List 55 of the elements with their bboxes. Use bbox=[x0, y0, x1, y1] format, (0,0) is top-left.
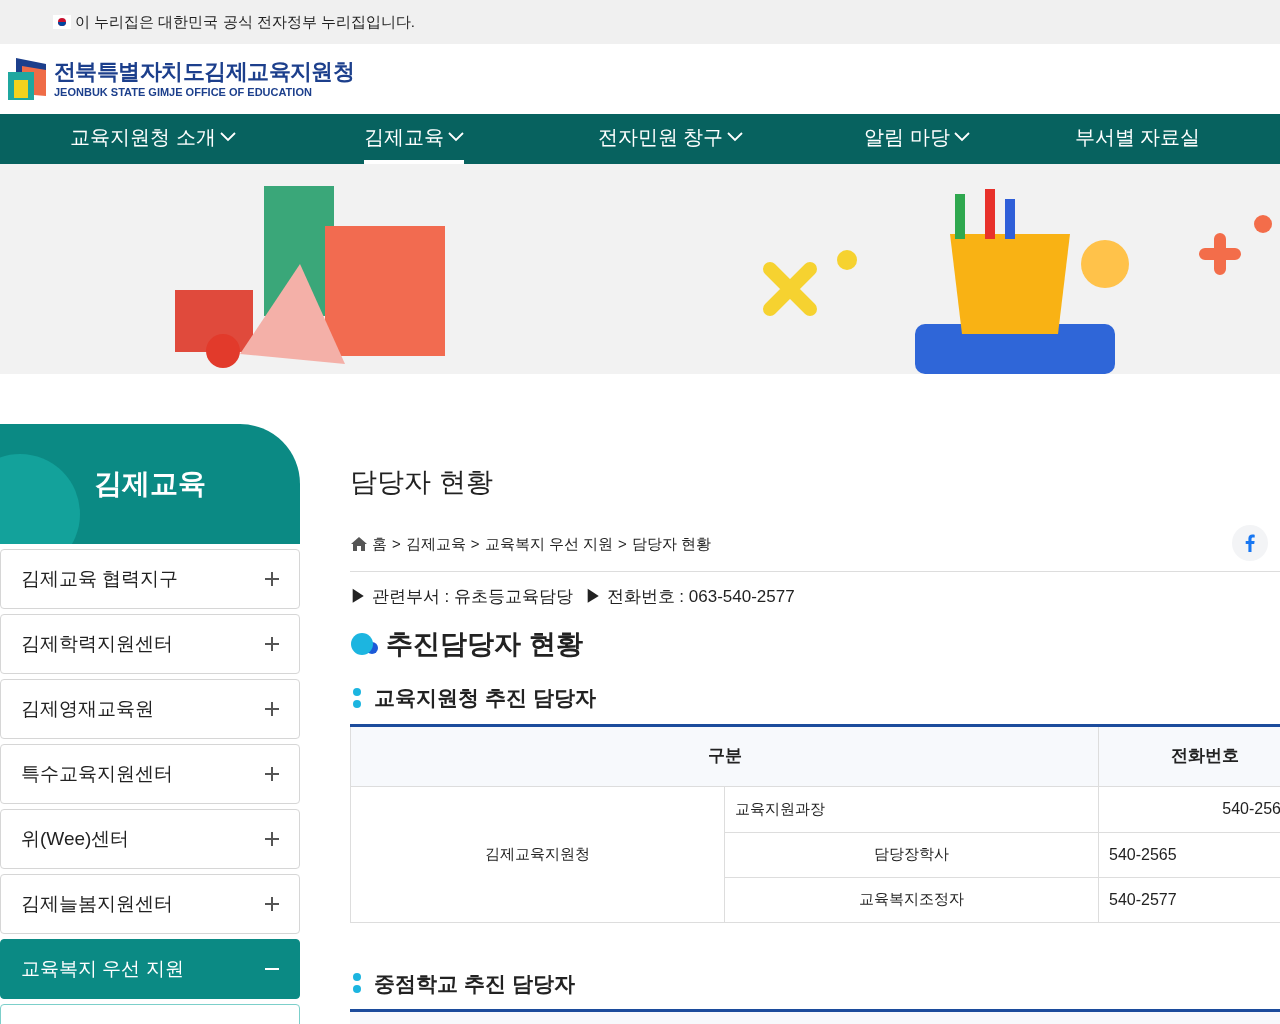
logo-title: 전북특별자치도김제교육지원청 bbox=[54, 58, 355, 86]
sidebar-item[interactable]: 위(Wee)센터 bbox=[0, 809, 300, 869]
column-header: 전화번호 bbox=[1170, 745, 1240, 768]
breadcrumb-separator: > bbox=[470, 533, 480, 554]
breadcrumb-link[interactable]: 김제교육 bbox=[405, 532, 466, 555]
plus-icon bbox=[265, 702, 279, 716]
sidebar-item[interactable]: 김제교육 협력지구 bbox=[0, 549, 300, 609]
chevron-down-icon bbox=[953, 132, 970, 142]
column-header: 구분 bbox=[351, 726, 1099, 786]
info-text: ▶ 전화번호 : 063-540-2577 bbox=[584, 586, 795, 608]
breadcrumb-link[interactable]: 교육복지 우선 지원 bbox=[484, 532, 613, 555]
nav-tab[interactable]: 부서별 자료실 bbox=[1074, 114, 1201, 164]
table-cell: 교육복지조정자 bbox=[725, 876, 1099, 922]
plus-icon bbox=[265, 767, 279, 781]
chevron-down-icon bbox=[219, 132, 236, 142]
breadcrumb-separator: > bbox=[392, 533, 401, 554]
flag-icon bbox=[53, 15, 71, 29]
table-cell-text: 540-256 bbox=[1221, 799, 1280, 819]
nav-tab[interactable]: 전자민원 창구 bbox=[597, 114, 744, 164]
chevron-down-icon bbox=[727, 132, 744, 142]
breadcrumb-link[interactable]: 홈 bbox=[372, 532, 387, 555]
table-cell: 540-2565 bbox=[1099, 831, 1280, 877]
breadcrumb-link[interactable]: 담당자 현황 bbox=[631, 532, 711, 555]
table-cell: 540-2577 bbox=[1099, 876, 1280, 922]
table-cell: 김제교육지원청 bbox=[351, 786, 725, 922]
table-cell: 담당장학사 bbox=[725, 831, 1099, 877]
logo-subtitle: JEONBUK STATE GIMJE OFFICE OF EDUCATION bbox=[54, 85, 313, 100]
table-cell: 교육지원과장 bbox=[725, 786, 1099, 832]
table-title: 교육지원청 추진 담당자 bbox=[374, 685, 596, 711]
plus-icon bbox=[265, 897, 279, 911]
plus-icon bbox=[265, 832, 279, 846]
sidebar-item[interactable]: 특수교육지원센터 bbox=[0, 744, 300, 804]
sidebar-item[interactable]: 교육복지 우선 지원 bbox=[0, 939, 300, 999]
bubble-icon bbox=[350, 632, 378, 655]
table-title: 중점학교 추진 담당자 bbox=[374, 970, 575, 997]
nav-tab[interactable]: 교육지원청 소개 bbox=[70, 114, 236, 164]
page-title: 담당자 현황 bbox=[350, 466, 494, 499]
chevron-down-icon bbox=[447, 132, 464, 142]
facebook-icon bbox=[1245, 533, 1255, 552]
colon-bullet-icon bbox=[352, 972, 362, 995]
plus-icon bbox=[265, 637, 279, 651]
info-text: ▶ 관련부서 : 유초등교육담당 bbox=[350, 586, 573, 608]
colon-bullet-icon bbox=[352, 686, 362, 709]
sidebar-item[interactable]: 김제늘봄지원센터 bbox=[0, 874, 300, 934]
nav-tab[interactable]: 알림 마당 bbox=[864, 114, 970, 164]
sidebar-item[interactable]: 김제학력지원센터 bbox=[0, 614, 300, 674]
logo-icon bbox=[8, 58, 46, 100]
sidebar-title: 김제교육 bbox=[94, 467, 206, 501]
plus-icon bbox=[265, 572, 279, 586]
sidebar-item[interactable]: 김제영재교육원 bbox=[0, 679, 300, 739]
section-title: 추진담당자 현황 bbox=[386, 627, 583, 661]
home-icon bbox=[350, 535, 368, 552]
gov-notice: 이 누리집은 대한민국 공식 전자정부 누리집입니다. bbox=[75, 11, 415, 32]
facebook-button[interactable] bbox=[1232, 524, 1268, 561]
breadcrumb-separator: > bbox=[617, 533, 627, 554]
